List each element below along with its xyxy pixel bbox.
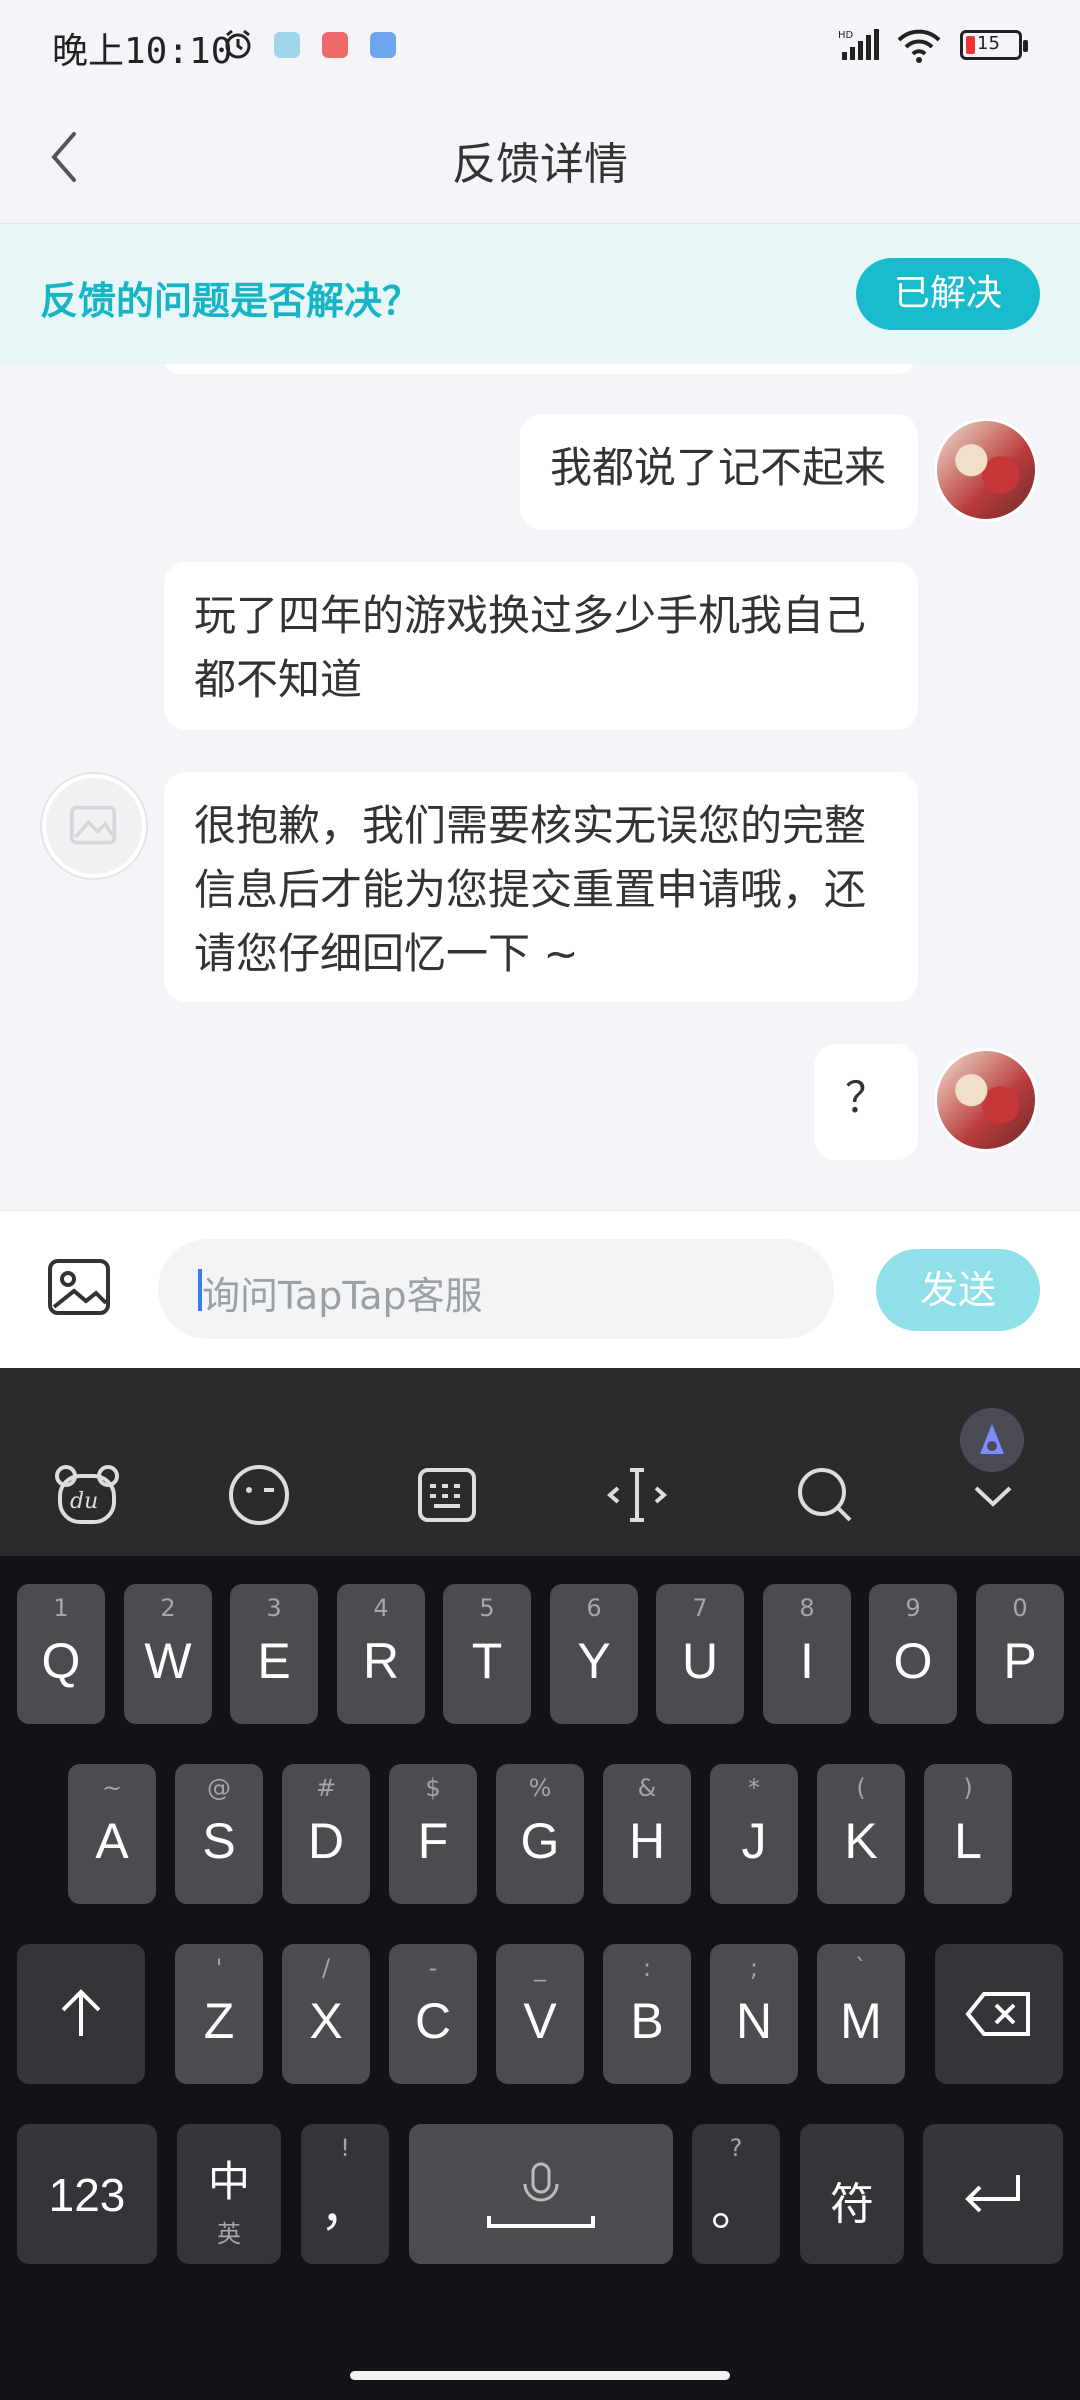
image-placeholder-icon [70,805,117,845]
chat-area[interactable]: 我都说了记不起来 玩了四年的游戏换过多少手机我自己 都不知道 很抱歉，我们需要核… [0,364,1080,1210]
keyboard-toolbar: du [0,1368,1080,1556]
image-upload-icon[interactable] [46,1257,112,1317]
cursor-move-icon[interactable] [602,1460,672,1530]
key-y[interactable]: 6Y [550,1584,638,1724]
key-i[interactable]: 8I [763,1584,851,1724]
key-s[interactable]: @ S [175,1764,263,1904]
alarm-icon [225,29,251,59]
user-avatar[interactable] [934,418,1038,522]
app-notification-icon [274,32,300,58]
shift-key[interactable] [17,1944,145,2084]
du-bear-icon[interactable]: du [52,1460,122,1530]
key-g[interactable]: % G [496,1764,584,1904]
music-app-icon [322,32,348,58]
header: 反馈详情 [0,92,1080,224]
key-v[interactable]: _ V [496,1944,584,2084]
user-message: 我都说了记不起来 [520,414,918,530]
comma-key[interactable]: ! ， [301,2124,389,2264]
support-message: 玩了四年的游戏换过多少手机我自己 都不知道 [164,562,918,730]
previous-message-edge [164,364,914,374]
resolve-banner: 反馈的问题是否解决？ 已解决 [0,224,1080,364]
key-m[interactable]: ` M [817,1944,905,2084]
backspace-icon [965,1992,1030,2036]
key-o[interactable]: 9O [869,1584,957,1724]
battery-level: 15 [977,33,1000,54]
svg-text:HD: HD [838,30,854,41]
numbers-key[interactable]: 123 [17,2124,157,2264]
message-input[interactable]: 询问TapTap客服 [158,1239,834,1339]
search-icon[interactable] [790,1460,860,1530]
key-p[interactable]: 0P [976,1584,1064,1724]
message-line: 都不知道 [194,655,363,704]
key-j[interactable]: * J [710,1764,798,1904]
key-n[interactable]: ; N [710,1944,798,2084]
keyboard-notification-icon [370,32,396,58]
user-avatar[interactable] [934,1048,1038,1152]
clock: 晚上10:10 [52,31,233,72]
shift-arrow-icon [61,1989,101,2036]
keyboard-icon[interactable] [412,1460,482,1530]
keyboard: 1Q 2W 3E 4R 5T 6Y 7U 8I 9O 0P ~ A @ S # D $… [0,1556,1080,2400]
key-z[interactable]: ' Z [175,1944,263,2084]
language-switch-key[interactable]: 中 英 [177,2124,281,2264]
key-h[interactable]: & H [603,1764,691,1904]
emoji-icon[interactable] [224,1460,294,1530]
home-indicator[interactable] [350,2371,730,2380]
key-q[interactable]: 1Q [17,1584,105,1724]
message-line: 很抱歉，我们需要核实无误您的完整 [194,801,867,850]
support-message: 很抱歉，我们需要核实无误您的完整 信息后才能为您提交重置申请哦，还 请您仔细回忆… [164,772,918,1002]
key-a[interactable]: ~ A [68,1764,156,1904]
symbols-key[interactable]: 符 [800,2124,904,2264]
key-b[interactable]: :B [603,1944,691,2084]
period-key[interactable]: ? 。 [692,2124,780,2264]
key-d[interactable]: # D [282,1764,370,1904]
enter-icon [965,2175,1020,2213]
enter-key[interactable] [923,2124,1063,2264]
key-w[interactable]: 2W [124,1584,212,1724]
collapse-icon[interactable] [958,1460,1028,1530]
message-line: 信息后才能为您提交重置申请哦，还 [194,865,867,914]
message-line: 玩了四年的游戏换过多少手机我自己 [194,591,867,640]
input-placeholder: 询问TapTap客服 [202,1274,483,1318]
key-u[interactable]: 7U [656,1584,744,1724]
text-cursor [198,1269,202,1311]
resolve-question: 反馈的问题是否解决？ [40,279,421,323]
key-e[interactable]: 3E [230,1584,318,1724]
message-line: 请您仔细回忆一下 ~ [194,929,579,978]
send-button[interactable]: 发送 [876,1249,1040,1331]
key-f[interactable]: $ F [389,1764,477,1904]
battery-icon: 15 [960,30,1028,60]
key-t[interactable]: 5T [443,1584,531,1724]
input-bar: 询问TapTap客服 发送 [0,1210,1080,1368]
message-text: 我都说了记不起来 [550,443,887,492]
backspace-key[interactable] [935,1944,1063,2084]
key-x[interactable]: / X [282,1944,370,2084]
status-bar: 晚上10:10 HD 15 [0,0,1080,92]
key-k[interactable]: (K [817,1764,905,1904]
wifi-icon [897,29,941,63]
signal-icon: HD [838,29,879,60]
space-key[interactable] [409,2124,673,2264]
user-message: ？ [814,1044,918,1160]
svg-text:du: du [70,1489,98,1514]
resolved-button[interactable]: 已解决 [856,258,1040,330]
key-l[interactable]: ) L [924,1764,1012,1904]
support-avatar[interactable] [42,774,146,878]
key-c[interactable]: -C [389,1944,477,2084]
page-title: 反馈详情 [452,139,628,190]
key-r[interactable]: 4R [337,1584,425,1724]
message-text: ？ [844,1073,887,1122]
microphone-icon [487,2162,595,2228]
